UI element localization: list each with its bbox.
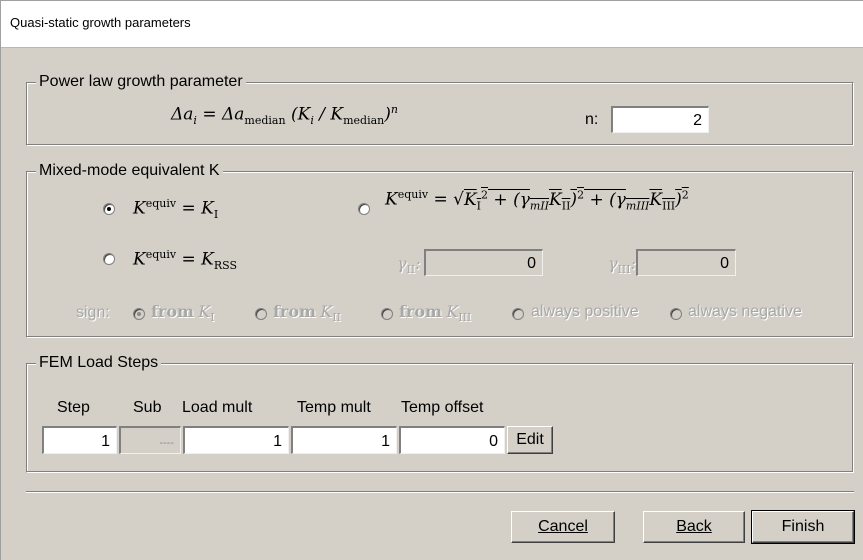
temp-offset-input[interactable] <box>399 426 505 454</box>
sign-from-ki-label: from KI <box>151 302 215 325</box>
sign-always-positive-label: always positive <box>531 303 639 320</box>
col-header-step: Step <box>57 399 90 416</box>
n-input[interactable] <box>611 106 709 133</box>
radio-sign-from-kii[interactable] <box>255 308 267 320</box>
col-header-temp-offset: Temp offset <box>401 399 484 416</box>
finish-button[interactable]: Finish <box>751 510 855 544</box>
radio-sign-from-kiii[interactable] <box>381 308 393 320</box>
formula-keq-sqrt: Kequiv = √KI2 + (γmIIKII)2 + (γmIIIKIII)… <box>385 188 689 213</box>
gamma-iii-label: γIII: <box>608 254 636 277</box>
sign-from-kiii-text: from <box>399 302 442 321</box>
col-header-sub: Sub <box>133 399 162 416</box>
sign-label: sign: <box>76 304 110 321</box>
radio-sign-always-negative[interactable] <box>670 308 682 320</box>
radio-sign-from-ki[interactable] <box>133 308 145 320</box>
back-label: Back <box>676 518 712 535</box>
dialog-window: Quasi-static growth parameters Power law… <box>0 0 863 560</box>
cancel-label: Cancel <box>538 518 588 535</box>
step-input[interactable] <box>42 426 117 454</box>
radio-keq-ki[interactable] <box>103 203 115 215</box>
sign-from-ki-text: from <box>151 302 194 321</box>
load-mult-input[interactable] <box>183 426 289 454</box>
cancel-button[interactable]: Cancel <box>511 511 615 543</box>
mixed-mode-legend: Mixed-mode equivalent K <box>36 162 223 180</box>
col-header-load-mult: Load mult <box>182 399 253 416</box>
fem-legend: FEM Load Steps <box>36 354 162 372</box>
radio-keq-sqrt[interactable] <box>358 203 370 215</box>
power-law-group: Power law growth parameter Δai = Δamedia… <box>26 73 854 146</box>
gamma-ii-input[interactable] <box>424 249 543 276</box>
power-law-legend: Power law growth parameter <box>36 73 246 91</box>
radio-sign-always-positive[interactable] <box>512 308 524 320</box>
power-law-formula: Δai = Δamedian (Ki / Kmedian)n <box>171 103 398 128</box>
fem-load-steps-group: FEM Load Steps Step Sub Load mult Temp m… <box>26 354 854 473</box>
bottom-separator <box>26 491 854 493</box>
sign-from-kii-label: from KII <box>273 302 342 325</box>
mixed-mode-group: Mixed-mode equivalent K Kequiv = KI Kequ… <box>26 162 854 338</box>
col-header-temp-mult: Temp mult <box>297 399 371 416</box>
n-label: n: <box>585 111 599 128</box>
sign-from-kiii-label: from KIII <box>399 302 472 325</box>
radio-keq-rss[interactable] <box>103 253 115 265</box>
finish-label: Finish <box>781 518 825 535</box>
sign-from-kii-text: from <box>273 302 316 321</box>
back-button[interactable]: Back <box>643 511 745 543</box>
title-bar: Quasi-static growth parameters <box>1 1 863 48</box>
sign-always-negative-label: always negative <box>688 303 802 320</box>
formula-keq-ki: Kequiv = KI <box>133 197 219 222</box>
temp-mult-input[interactable] <box>291 426 397 454</box>
sub-input <box>119 426 181 454</box>
gamma-ii-label: γII: <box>397 254 421 277</box>
gamma-iii-input[interactable] <box>636 249 736 276</box>
formula-keq-rss: Kequiv = KRSS <box>133 248 238 273</box>
window-title: Quasi-static growth parameters <box>10 15 191 30</box>
edit-button[interactable]: Edit <box>507 426 553 454</box>
